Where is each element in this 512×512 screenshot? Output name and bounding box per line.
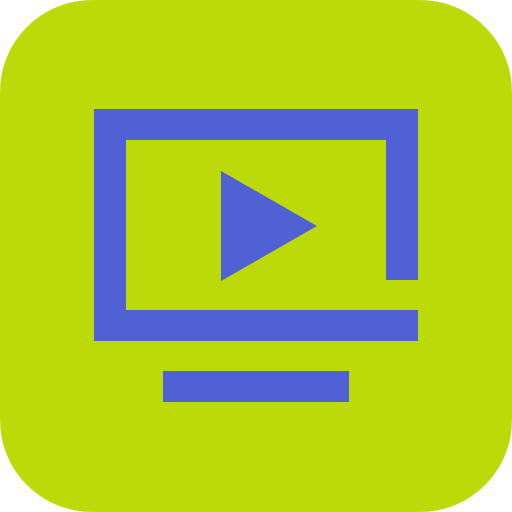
tv-play-icon xyxy=(94,109,418,402)
app-icon[interactable] xyxy=(0,0,512,512)
play-triangle-icon xyxy=(221,171,317,281)
monitor-stand-icon xyxy=(163,371,349,402)
